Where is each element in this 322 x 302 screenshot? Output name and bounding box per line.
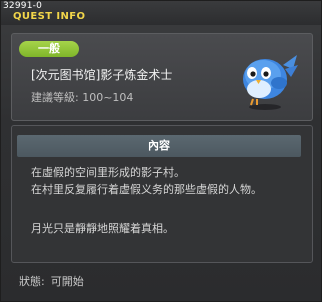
quest-type-badge: 一般 [19, 41, 79, 57]
quest-info-window: 32991-0 QUEST INFO 一般 [次元图书馆]影子炼金术士 建議等級… [0, 0, 322, 302]
recommended-level: 建議等級: 100~104 [31, 91, 134, 104]
status-value: 可開始 [50, 275, 84, 288]
content-line: 在虛假的空间里形成的影子村。 [31, 166, 185, 179]
status-label: 狀態: [19, 275, 45, 288]
quest-status: 狀態: 可開始 [19, 275, 84, 289]
content-header: 內容 [17, 135, 301, 157]
window-title: QUEST INFO [13, 11, 86, 22]
quest-id-label: 32991-0 [3, 1, 43, 11]
content-line: 月光只是靜靜地照耀着真相。 [31, 222, 174, 235]
quest-name: [次元图书馆]影子炼金术士 [31, 68, 173, 82]
title-bar[interactable]: 32991-0 QUEST INFO [1, 1, 321, 25]
blue-bird-icon [243, 55, 298, 110]
content-line: 在村里反复履行着虚假义务的那些虚假的人物。 [31, 183, 262, 196]
